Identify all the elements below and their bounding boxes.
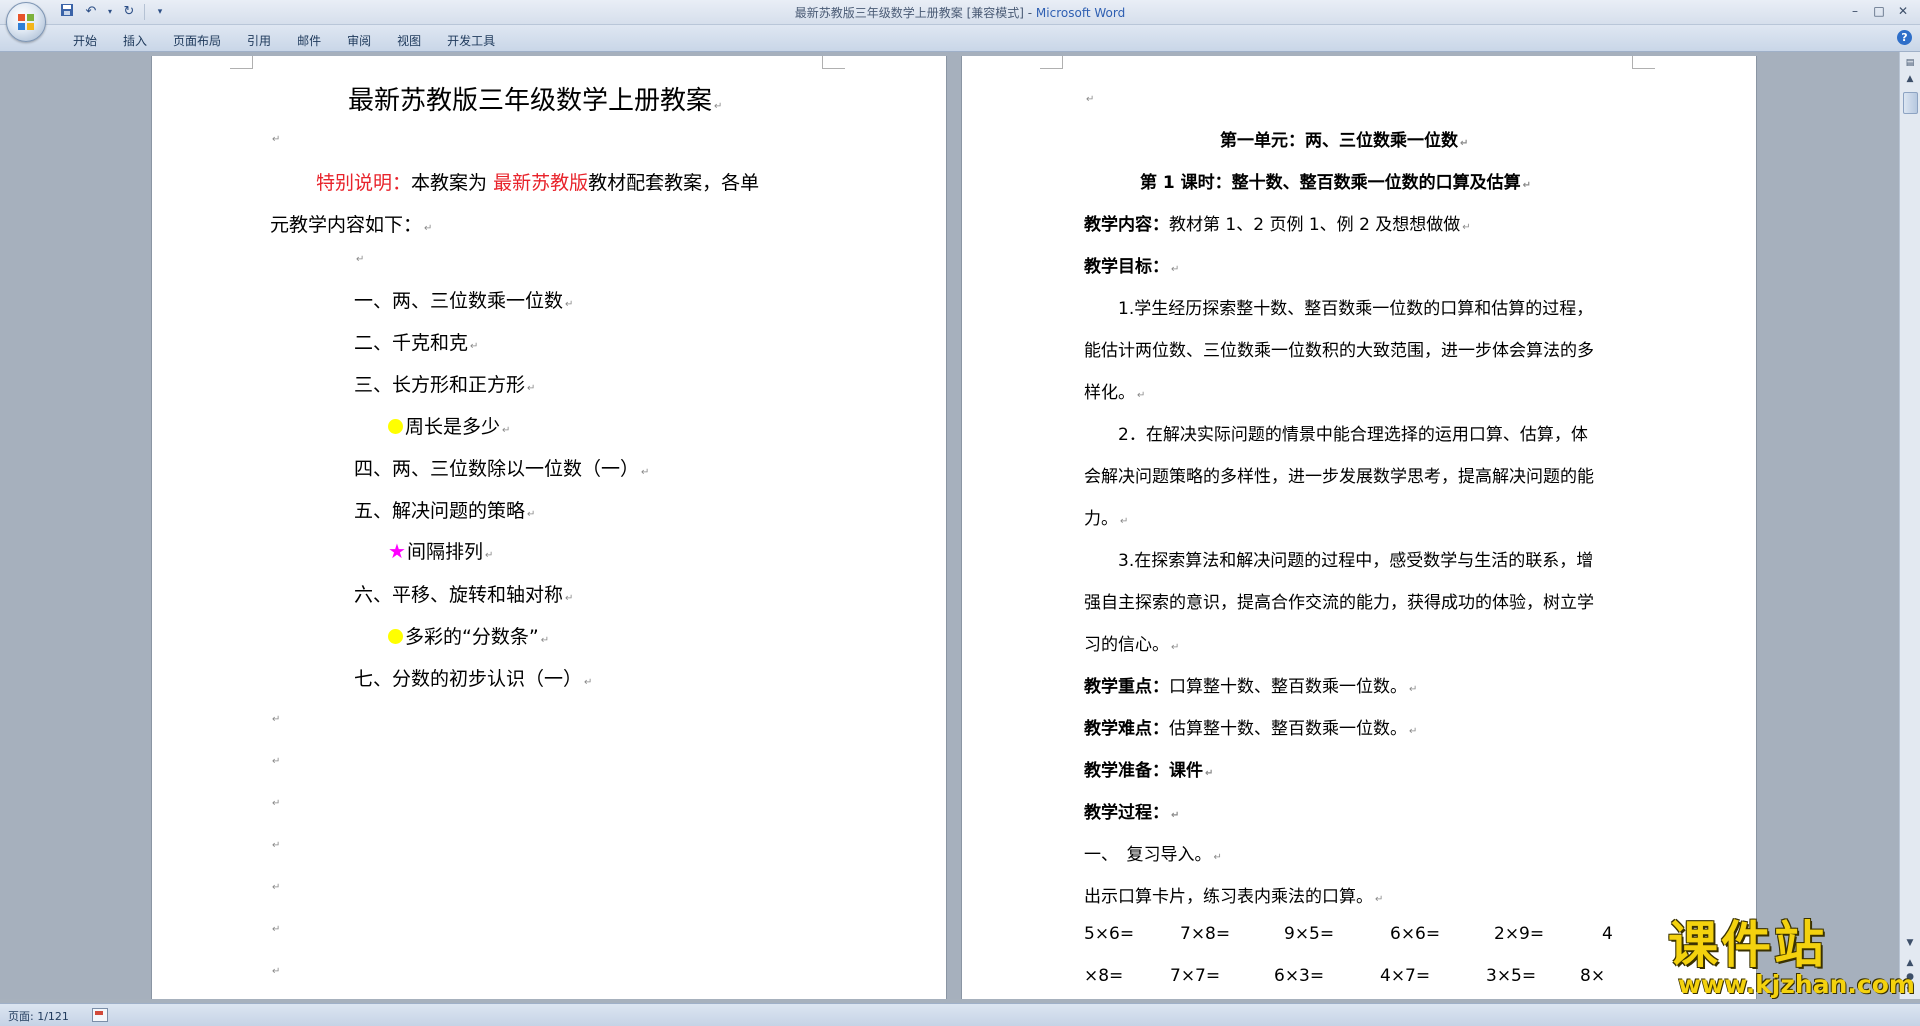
window-title-doc: 最新苏教版三年级数学上册教案 [兼容模式] - <box>794 6 1036 20</box>
teaching-content: 教学内容：教材第 1、2 页例 1、例 2 及想想做做 ↵ <box>1084 215 1471 235</box>
paragraph-mark: ↵ <box>272 714 281 725</box>
tab-developer[interactable]: 开发工具 <box>434 30 508 51</box>
crop-mark <box>822 56 845 69</box>
step-1-heading: 一、 复习导入。 ↵ <box>1084 845 1222 865</box>
unit-list-item: 三、长方形和正方形 ↵ <box>354 374 536 396</box>
paragraph-mark: ↵ <box>272 756 281 767</box>
close-icon[interactable]: ✕ <box>1892 2 1914 20</box>
goal-1-line: 样化。 ↵ <box>1084 383 1146 403</box>
special-note-highlight: 最新苏教版 <box>493 172 589 194</box>
unit-list-item: 二、千克和克 ↵ <box>354 332 479 354</box>
goal-2-line: 力。 ↵ <box>1084 509 1129 529</box>
drill-item: 7×7= <box>1170 966 1221 986</box>
drill-item: 3×5= <box>1486 966 1537 986</box>
window-title: 最新苏教版三年级数学上册教案 [兼容模式] - Microsoft Word <box>0 4 1920 21</box>
yellow-dot-icon <box>388 419 403 434</box>
title-bar: ↶ ▾ ↻ ▾ 最新苏教版三年级数学上册教案 [兼容模式] - Microsof… <box>0 0 1920 42</box>
help-icon[interactable]: ? <box>1897 30 1912 45</box>
unit-list-item: 七、分数的初步认识（一） ↵ <box>354 668 593 690</box>
special-note-label: 特别说明： <box>316 172 412 194</box>
tab-mailings[interactable]: 邮件 <box>284 30 334 51</box>
goal-1-line: 能估计两位数、三位数乘一位数积的大致范围，进一步体会算法的多 <box>1084 341 1594 361</box>
crop-mark <box>230 56 253 69</box>
unit-list-item: 六、平移、旋转和轴对称 ↵ <box>354 584 574 606</box>
paragraph-mark: ↵ <box>272 840 281 851</box>
goal-2-line: 会解决问题策略的多样性，进一步发展数学思考，提高解决问题的能 <box>1084 467 1594 487</box>
maximize-icon[interactable]: □ <box>1868 2 1890 20</box>
key-point: 教学重点：口算整十数、整百数乘一位数。 ↵ <box>1084 677 1418 697</box>
yellow-dot-icon <box>388 629 403 644</box>
unit-list-item: 四、两、三位数除以一位数（一） ↵ <box>354 458 650 480</box>
drill-item: 2×9= <box>1494 924 1545 944</box>
unit-sub-item: ★间隔排列 ↵ <box>388 539 494 563</box>
star-icon: ★ <box>388 539 406 563</box>
drill-item: ×8= <box>1084 966 1124 986</box>
teaching-process-label: 教学过程： ↵ <box>1084 803 1180 823</box>
drill-item: 6×6= <box>1390 924 1441 944</box>
drill-item: 7×8= <box>1180 924 1231 944</box>
paragraph-mark: ↵ <box>356 254 365 265</box>
unit-list-item: 一、两、三位数乘一位数 ↵ <box>354 290 574 312</box>
tab-home[interactable]: 开始 <box>60 30 110 51</box>
tab-review[interactable]: 审阅 <box>334 30 384 51</box>
watermark-logo: 课件站 www.kjzhan.com <box>1668 916 1915 999</box>
proofing-status-icon[interactable] <box>92 1008 108 1022</box>
drill-item: 4×7= <box>1380 966 1431 986</box>
crop-mark <box>1632 56 1655 69</box>
unit-sub-item: 多彩的“分数条” ↵ <box>388 622 549 649</box>
page-number-status[interactable]: 页面: 1/121 <box>8 1008 69 1024</box>
tab-references[interactable]: 引用 <box>234 30 284 51</box>
drill-item: 9×5= <box>1284 924 1335 944</box>
watermark-title: 课件站 <box>1668 916 1827 974</box>
window-title-app: Microsoft Word <box>1035 6 1126 20</box>
tab-view[interactable]: 视图 <box>384 30 434 51</box>
paragraph-mark: ↵ <box>272 882 281 893</box>
status-bar: 页面: 1/121 <box>0 1003 1920 1026</box>
goal-1-line: 1.学生经历探索整十数、整百数乘一位数的口算和估算的过程， <box>1118 299 1594 319</box>
paragraph-mark: ↵ <box>272 798 281 809</box>
watermark-url: www.kjzhan.com <box>1678 970 1915 999</box>
teaching-prep: 教学准备：课件 ↵ <box>1084 761 1214 781</box>
scrollbar-thumb[interactable] <box>1903 92 1918 114</box>
paragraph-mark: ↵ <box>272 134 281 145</box>
vertical-scrollbar[interactable]: ▤ ▲ ▼ ▲ ● ▼ <box>1899 52 1920 999</box>
document-title: 最新苏教版三年级数学上册教案 ↵ <box>348 86 723 116</box>
unit-list-item: 五、解决问题的策略 ↵ <box>354 500 536 522</box>
document-page-2[interactable]: ↵ 第一单元：两、三位数乘一位数 ↵ 第 1 课时：整十数、整百数乘一位数的口算及… <box>962 56 1756 999</box>
crop-mark <box>1040 56 1063 69</box>
tab-page-layout[interactable]: 页面布局 <box>160 30 234 51</box>
goal-3-line: 习的信心。 ↵ <box>1084 635 1180 655</box>
drill-item: 6×3= <box>1274 966 1325 986</box>
lesson-heading: 第 1 课时：整十数、整百数乘一位数的口算及估算 ↵ <box>1140 173 1532 193</box>
paragraph-mark: ↵ <box>272 924 281 935</box>
ruler-toggle-icon[interactable]: ▤ <box>1902 56 1918 70</box>
special-note-line2: 元教学内容如下： ↵ <box>270 214 433 236</box>
drill-item: 5×6= <box>1084 924 1135 944</box>
office-button[interactable] <box>6 2 46 42</box>
unit-sub-item: 周长是多少 ↵ <box>388 412 510 439</box>
minimize-icon[interactable]: – <box>1844 2 1866 20</box>
ribbon-tabs-bar: 开始 插入 页面布局 引用 邮件 审阅 视图 开发工具 ? <box>0 25 1920 52</box>
office-logo-icon <box>18 14 34 30</box>
window-controls: – □ ✕ <box>1844 2 1914 20</box>
document-page-1[interactable]: 最新苏教版三年级数学上册教案 ↵ ↵ 特别说明：本教案为 最新苏教版教材配套教案，… <box>152 56 946 999</box>
document-area[interactable]: 最新苏教版三年级数学上册教案 ↵ ↵ 特别说明：本教案为 最新苏教版教材配套教案，… <box>0 52 1900 999</box>
goal-2-line: 2．在解决实际问题的情景中能合理选择的运用口算、估算，体 <box>1118 425 1588 445</box>
goal-3-line: 强自主探索的意识，提高合作交流的能力，获得成功的体验，树立学 <box>1084 593 1594 613</box>
goal-3-line: 3.在探索算法和解决问题的过程中，感受数学与生活的联系，增 <box>1118 551 1594 571</box>
paragraph-mark: ↵ <box>272 966 281 977</box>
special-note-line1: 特别说明：本教案为 最新苏教版教材配套教案，各单 <box>316 172 760 194</box>
scroll-up-icon[interactable]: ▲ <box>1902 72 1918 86</box>
difficult-point: 教学难点：估算整十数、整百数乘一位数。 ↵ <box>1084 719 1418 739</box>
paragraph-mark: ↵ <box>1086 94 1095 105</box>
tab-insert[interactable]: 插入 <box>110 30 160 51</box>
unit-heading: 第一单元：两、三位数乘一位数 ↵ <box>1220 131 1469 151</box>
step-1-text: 出示口算卡片，练习表内乘法的口算。 ↵ <box>1084 887 1384 907</box>
drill-item: 4 <box>1602 924 1613 944</box>
teaching-goal-label: 教学目标： ↵ <box>1084 257 1180 277</box>
drill-item: 8× <box>1580 966 1606 986</box>
